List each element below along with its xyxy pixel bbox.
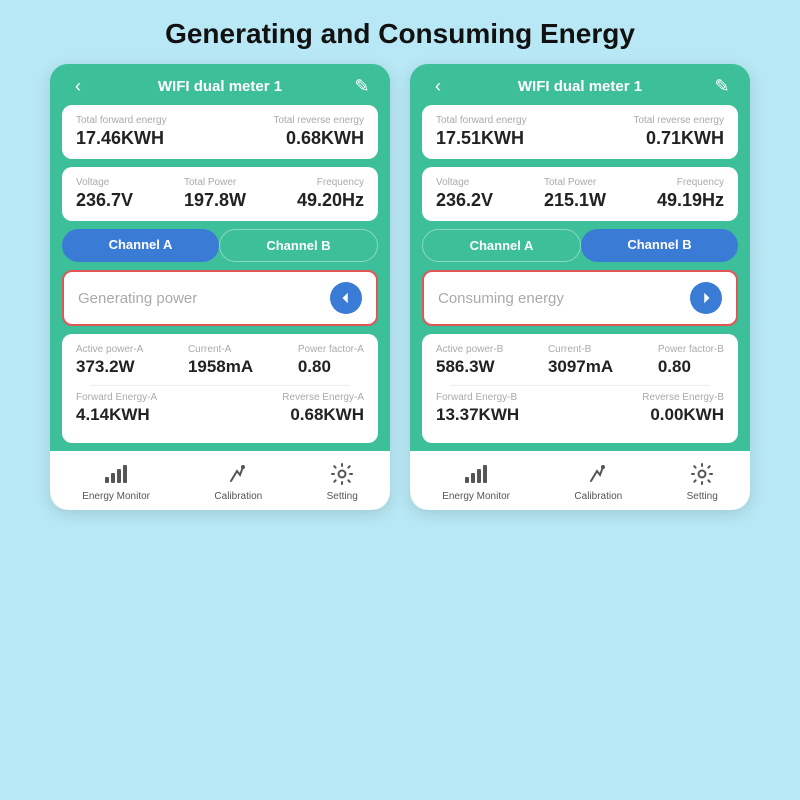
tab-channel-a-left[interactable]: Channel A <box>62 229 219 262</box>
voltage-label-right: Voltage <box>436 177 493 188</box>
monitor-icon-right <box>463 461 489 487</box>
back-icon-right[interactable]: ‹ <box>426 76 450 97</box>
direction-btn-right[interactable] <box>690 282 722 314</box>
footer-setting-label-right: Setting <box>687 491 718 502</box>
reverse-energy-value-right: 0.71KWH <box>633 128 724 149</box>
phone-right-footer: Energy Monitor Calibration <box>410 451 750 510</box>
footer-calibration-right[interactable]: Calibration <box>574 461 622 502</box>
frequency-right: Frequency 49.19Hz <box>657 177 724 211</box>
forward-energy-label-right: Total forward energy <box>436 115 527 126</box>
power-factor-right: Power factor-B 0.80 <box>658 344 724 377</box>
current-right: Current-B 3097mA <box>548 344 613 377</box>
total-power-label-right: Total Power <box>544 177 606 188</box>
footer-monitor-label-left: Energy Monitor <box>82 491 150 502</box>
footer-monitor-left[interactable]: Energy Monitor <box>82 461 150 502</box>
forward-energy-label-left: Total forward energy <box>76 115 167 126</box>
forward-energy-left: Total forward energy 17.46KWH <box>76 115 167 149</box>
footer-monitor-right[interactable]: Energy Monitor <box>442 461 510 502</box>
reverse-energy-label-right: Total reverse energy <box>633 115 724 126</box>
frequency-value-left: 49.20Hz <box>297 190 364 211</box>
channel-data-row2-left: Forward Energy-A 4.14KWH Reverse Energy-… <box>76 392 364 425</box>
channel-data-right: Active power-B 586.3W Current-B 3097mA P… <box>422 334 738 443</box>
monitor-icon-left <box>103 461 129 487</box>
active-power-left: Active power-A 373.2W <box>76 344 143 377</box>
footer-calibration-left[interactable]: Calibration <box>214 461 262 502</box>
channel-data-row2-right: Forward Energy-B 13.37KWH Reverse Energy… <box>436 392 724 425</box>
direction-label-right: Consuming energy <box>438 290 564 307</box>
footer-setting-right[interactable]: Setting <box>687 461 718 502</box>
frequency-left: Frequency 49.20Hz <box>297 177 364 211</box>
phone-right-header: ‹ WIFI dual meter 1 ✎ <box>410 64 750 105</box>
reverse-energy-value-left: 0.68KWH <box>273 128 364 149</box>
page-title: Generating and Consuming Energy <box>0 0 800 64</box>
forward-energy-ch-left: Forward Energy-A 4.14KWH <box>76 392 157 425</box>
energy-summary-left: Total forward energy 17.46KWH Total reve… <box>62 105 378 159</box>
setting-icon-right <box>689 461 715 487</box>
direction-btn-left[interactable] <box>330 282 362 314</box>
forward-energy-ch-right: Forward Energy-B 13.37KWH <box>436 392 519 425</box>
energy-summary-right: Total forward energy 17.51KWH Total reve… <box>422 105 738 159</box>
reverse-energy-label-left: Total reverse energy <box>273 115 364 126</box>
calibration-icon-right <box>585 461 611 487</box>
frequency-label-right: Frequency <box>657 177 724 188</box>
channel-data-left: Active power-A 373.2W Current-A 1958mA P… <box>62 334 378 443</box>
reverse-energy-ch-left: Reverse Energy-A 0.68KWH <box>282 392 364 425</box>
total-power-value-left: 197.8W <box>184 190 246 211</box>
direction-label-left: Generating power <box>78 290 197 307</box>
phone-left-footer: Energy Monitor Calibration <box>50 451 390 510</box>
frequency-label-left: Frequency <box>297 177 364 188</box>
edit-icon-left[interactable]: ✎ <box>350 76 374 97</box>
channel-tabs-left: Channel A Channel B <box>62 229 378 262</box>
stats-row-left: Voltage 236.7V Total Power 197.8W Freque… <box>62 167 378 221</box>
channel-data-row1-left: Active power-A 373.2W Current-A 1958mA P… <box>76 344 364 377</box>
footer-setting-left[interactable]: Setting <box>327 461 358 502</box>
power-factor-left: Power factor-A 0.80 <box>298 344 364 377</box>
reverse-energy-ch-right: Reverse Energy-B 0.00KWH <box>642 392 724 425</box>
reverse-energy-left: Total reverse energy 0.68KWH <box>273 115 364 149</box>
active-power-right: Active power-B 586.3W <box>436 344 503 377</box>
footer-calibration-label-right: Calibration <box>574 491 622 502</box>
voltage-value-left: 236.7V <box>76 190 133 211</box>
tab-channel-b-right[interactable]: Channel B <box>581 229 738 262</box>
tab-channel-b-left[interactable]: Channel B <box>219 229 378 262</box>
edit-icon-right[interactable]: ✎ <box>710 76 734 97</box>
voltage-label-left: Voltage <box>76 177 133 188</box>
reverse-energy-right: Total reverse energy 0.71KWH <box>633 115 724 149</box>
calibration-icon-left <box>225 461 251 487</box>
footer-monitor-label-right: Energy Monitor <box>442 491 510 502</box>
channel-data-row1-right: Active power-B 586.3W Current-B 3097mA P… <box>436 344 724 377</box>
voltage-right: Voltage 236.2V <box>436 177 493 211</box>
footer-calibration-label-left: Calibration <box>214 491 262 502</box>
total-power-left: Total Power 197.8W <box>184 177 246 211</box>
stats-row-right: Voltage 236.2V Total Power 215.1W Freque… <box>422 167 738 221</box>
voltage-left: Voltage 236.7V <box>76 177 133 211</box>
phone-left-title: WIFI dual meter 1 <box>90 78 350 95</box>
phone-left-header: ‹ WIFI dual meter 1 ✎ <box>50 64 390 105</box>
forward-energy-value-left: 17.46KWH <box>76 128 167 149</box>
setting-icon-left <box>329 461 355 487</box>
phone-right: ‹ WIFI dual meter 1 ✎ Total forward ener… <box>410 64 750 510</box>
current-left: Current-A 1958mA <box>188 344 253 377</box>
direction-box-right: Consuming energy <box>422 270 738 326</box>
total-power-right: Total Power 215.1W <box>544 177 606 211</box>
tab-channel-a-right[interactable]: Channel A <box>422 229 581 262</box>
total-power-label-left: Total Power <box>184 177 246 188</box>
total-power-value-right: 215.1W <box>544 190 606 211</box>
forward-energy-value-right: 17.51KWH <box>436 128 527 149</box>
phone-left: ‹ WIFI dual meter 1 ✎ Total forward ener… <box>50 64 390 510</box>
back-icon-left[interactable]: ‹ <box>66 76 90 97</box>
phone-right-title: WIFI dual meter 1 <box>450 78 710 95</box>
direction-box-left: Generating power <box>62 270 378 326</box>
footer-setting-label-left: Setting <box>327 491 358 502</box>
frequency-value-right: 49.19Hz <box>657 190 724 211</box>
voltage-value-right: 236.2V <box>436 190 493 211</box>
forward-energy-right: Total forward energy 17.51KWH <box>436 115 527 149</box>
channel-tabs-right: Channel A Channel B <box>422 229 738 262</box>
